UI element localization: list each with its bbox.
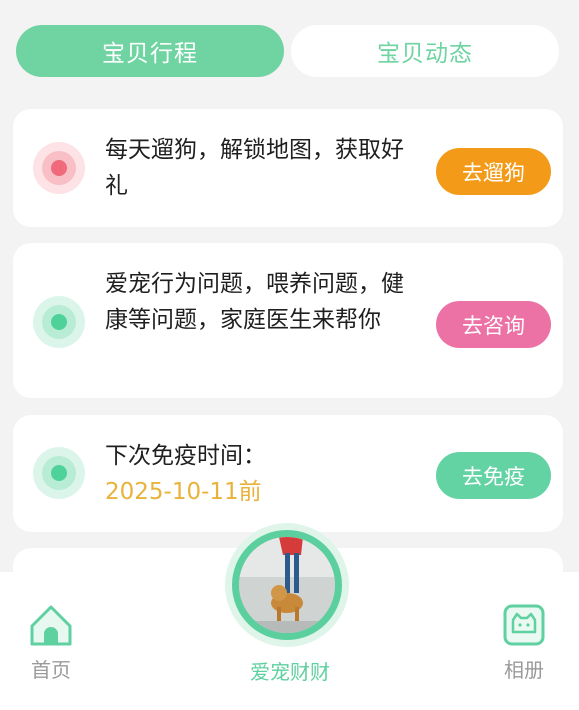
home-icon (30, 605, 72, 646)
nav-home-label: 首页 (31, 658, 71, 682)
album-cat-icon (503, 604, 545, 646)
tab-bar: 宝贝行程 宝贝动态 (16, 25, 559, 77)
consult-card: 爱宠行为问题，喂养问题，健康等问题，家庭医生来帮你 去咨询 (13, 243, 563, 398)
nav-album-label: 相册 (504, 658, 544, 682)
nav-album[interactable]: 相册 (484, 602, 564, 683)
vaccine-button[interactable]: 去免疫 (436, 452, 551, 499)
vaccine-label: 下次免疫时间： (105, 443, 266, 469)
vaccine-text: 下次免疫时间： 2025-10-11前 (105, 438, 425, 510)
pet-photo-illustration (239, 537, 335, 633)
red-pulse-icon (33, 142, 85, 194)
vaccine-date: 2025-10-11前 (105, 479, 262, 505)
pet-photo (239, 537, 335, 633)
vaccine-card: 下次免疫时间： 2025-10-11前 去免疫 (13, 415, 563, 532)
nav-home[interactable]: 首页 (11, 602, 91, 683)
green-pulse-icon (33, 296, 85, 348)
consult-button[interactable]: 去咨询 (436, 301, 551, 348)
walk-dog-button[interactable]: 去遛狗 (436, 148, 551, 195)
walk-dog-text: 每天遛狗，解锁地图，获取好礼 (105, 137, 404, 199)
center-avatar-button[interactable] (225, 523, 349, 647)
tab-baby-updates[interactable]: 宝贝动态 (291, 25, 559, 77)
nav-center-label[interactable]: 爱宠财财 (200, 656, 380, 685)
consult-text: 爱宠行为问题，喂养问题，健康等问题，家庭医生来帮你 (105, 271, 404, 333)
green-pulse-icon (33, 447, 85, 499)
walk-dog-card: 每天遛狗，解锁地图，获取好礼 去遛狗 (13, 109, 563, 227)
tab-baby-itinerary[interactable]: 宝贝行程 (16, 25, 284, 77)
